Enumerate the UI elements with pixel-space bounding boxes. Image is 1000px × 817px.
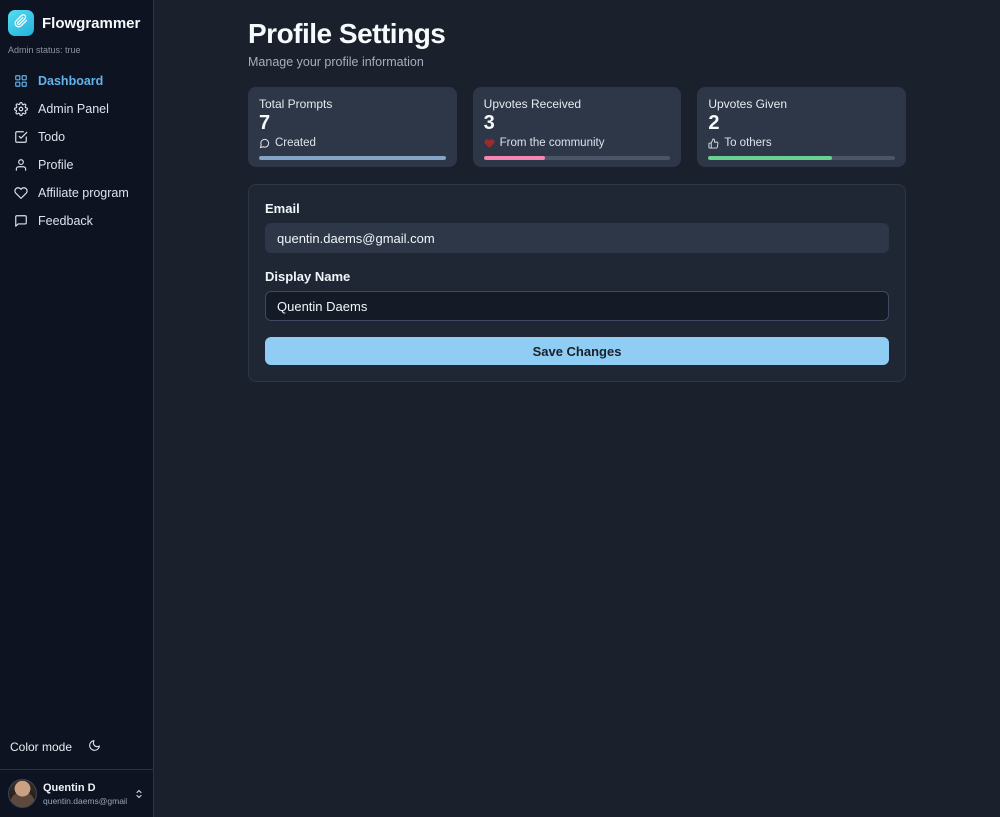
- up-down-chevrons-icon: [133, 788, 145, 800]
- sidebar-item-dashboard[interactable]: Dashboard: [8, 67, 145, 95]
- sidebar-item-todo[interactable]: Todo: [8, 123, 145, 151]
- sidebar-item-label: Admin Panel: [38, 102, 109, 116]
- sidebar-item-affiliate-program[interactable]: Affiliate program: [8, 179, 145, 207]
- paperclip-icon: [14, 13, 28, 33]
- moon-icon: [88, 739, 101, 755]
- display-name-field-group: Display Name: [265, 269, 889, 321]
- email-field-group: Email: [265, 201, 889, 253]
- email-label: Email: [265, 201, 300, 216]
- stat-caption: To others: [708, 137, 895, 149]
- avatar: [8, 779, 37, 808]
- display-name-field[interactable]: [265, 291, 889, 321]
- stats-row: Total Prompts 7 Created Upvotes Received…: [248, 87, 906, 167]
- sidebar-item-label: Dashboard: [38, 74, 104, 88]
- user-meta: Quentin D quentin.daems@gmail.c...: [43, 781, 127, 805]
- stat-caption-text: From the community: [499, 137, 605, 149]
- stat-label: Total Prompts: [259, 97, 333, 111]
- stat-caption-text: Created: [275, 137, 316, 149]
- thumbs-up-icon: [708, 137, 719, 149]
- sidebar: Flowgrammer Admin status: true Dashboard: [0, 0, 154, 817]
- user-name: Quentin D: [43, 782, 96, 795]
- stat-label: Upvotes Received: [483, 97, 582, 111]
- save-changes-button[interactable]: Save Changes: [265, 337, 889, 365]
- progress-bar: [259, 156, 446, 160]
- sidebar-item-feedback[interactable]: Feedback: [8, 207, 145, 235]
- progress-fill: [483, 156, 546, 160]
- admin-status-text: Admin status: true: [8, 45, 81, 55]
- app-logo: [8, 10, 34, 36]
- progress-fill: [708, 156, 832, 160]
- page-title: Profile Settings: [248, 18, 446, 49]
- dashboard-grid-icon: [14, 74, 28, 88]
- progress-bar: [483, 156, 671, 160]
- heart-icon: [484, 138, 495, 149]
- stat-label: Upvotes Given: [708, 97, 788, 111]
- stat-card-total-prompts: Total Prompts 7 Created: [248, 87, 457, 167]
- stat-value: 3: [483, 112, 495, 134]
- color-mode-label: Color mode: [10, 740, 73, 754]
- color-mode-row: Color mode: [0, 729, 153, 769]
- sidebar-item-label: Feedback: [38, 214, 93, 228]
- user-email: quentin.daems@gmail.c...: [43, 795, 127, 806]
- sidebar-top: Flowgrammer Admin status: true Dashboard: [0, 0, 153, 235]
- todo-check-icon: [14, 130, 28, 144]
- stat-caption: From the community: [484, 137, 671, 149]
- page-subtitle: Manage your profile information: [248, 55, 424, 69]
- profile-form-card: Email Display Name Save Changes: [248, 184, 906, 382]
- sidebar-item-label: Profile: [38, 158, 74, 172]
- speech-bubble-icon: [259, 138, 270, 149]
- stat-card-upvotes-given: Upvotes Given 2 To others: [697, 87, 906, 167]
- sidebar-nav: Dashboard Admin Panel Todo Profile Affil…: [8, 67, 145, 235]
- sidebar-item-label: Todo: [38, 130, 66, 144]
- stat-caption: Created: [259, 137, 446, 149]
- main-area: Profile Settings Manage your profile inf…: [154, 0, 1000, 817]
- stat-value: 2: [708, 112, 720, 134]
- person-icon: [14, 158, 28, 172]
- app-title: Flowgrammer: [42, 14, 141, 32]
- heart-hand-icon: [14, 186, 28, 200]
- email-field[interactable]: [265, 223, 889, 253]
- progress-fill: [259, 156, 446, 160]
- display-name-label: Display Name: [265, 269, 351, 284]
- stat-caption-text: To others: [724, 137, 772, 149]
- sidebar-item-label: Affiliate program: [38, 186, 129, 200]
- stat-card-upvotes-received: Upvotes Received 3 From the community: [472, 87, 682, 167]
- app-window: Flowgrammer Admin status: true Dashboard: [0, 0, 1000, 817]
- brand: Flowgrammer: [8, 10, 145, 36]
- sidebar-item-admin-panel[interactable]: Admin Panel: [8, 95, 145, 123]
- stat-value: 7: [259, 112, 271, 134]
- sidebar-item-profile[interactable]: Profile: [8, 151, 145, 179]
- gear-icon: [14, 102, 28, 116]
- progress-bar: [708, 156, 895, 160]
- color-mode-toggle[interactable]: [88, 739, 101, 755]
- speech-bubble-icon: [14, 214, 28, 228]
- content-column: Profile Settings Manage your profile inf…: [248, 0, 906, 817]
- user-menu[interactable]: Quentin D quentin.daems@gmail.c...: [0, 769, 153, 817]
